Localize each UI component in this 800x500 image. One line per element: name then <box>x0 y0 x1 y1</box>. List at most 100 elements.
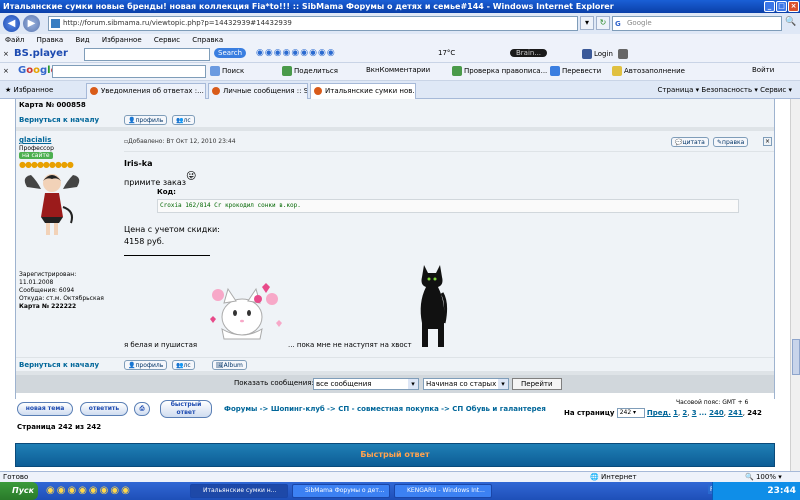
breadcrumb-joint-purchase[interactable]: СП - совместная покупка <box>338 405 439 413</box>
pm-label: лс <box>183 362 191 369</box>
translate-button[interactable]: Перевести <box>550 66 601 76</box>
tab-notifications[interactable]: Уведомления об ответах :... <box>86 83 206 99</box>
delete-icon[interactable]: × <box>763 137 772 146</box>
tab-bags[interactable]: Итальянские сумки нов... <box>310 83 416 99</box>
login-label: Login <box>594 50 613 58</box>
quote-label: цитата <box>682 139 705 146</box>
edit-button[interactable]: ✎правка <box>713 137 749 147</box>
vk-comments-label: ВкнКомментарии <box>366 66 431 74</box>
weather-temp[interactable]: 17°C <box>438 49 455 57</box>
page-prev-link[interactable]: Пред. <box>647 409 671 417</box>
signin-button[interactable]: Войти <box>752 66 774 74</box>
post-text-1: примите заказ <box>124 178 187 187</box>
online-badge: на сайте <box>19 152 53 159</box>
search-input[interactable]: G Google <box>612 16 782 31</box>
new-topic-button[interactable]: новая тема <box>17 402 73 416</box>
prev-pm-button[interactable]: 👥лс <box>172 115 195 125</box>
page-link[interactable]: 1 <box>673 409 678 417</box>
show-messages-select[interactable]: все сообщения ▾ <box>313 378 419 390</box>
breadcrumb-shoes[interactable]: СП Обувь и галантерея <box>452 405 546 413</box>
taskbar-item-sibmama[interactable]: SibMama Форумы о дет... <box>292 484 390 498</box>
toolbar-options-icon[interactable] <box>618 49 630 59</box>
toolbar-search-input[interactable] <box>84 48 210 61</box>
menu-favorites[interactable]: Избранное <box>102 36 142 44</box>
autofill-icon <box>612 66 622 76</box>
reply-button[interactable]: ответить <box>80 402 128 416</box>
filter-row: Показать сообщения: все сообщения ▾ Начин… <box>16 375 774 393</box>
google-search-button[interactable]: Поиск <box>210 66 244 76</box>
prev-profile-button[interactable]: 👤профиль <box>124 115 168 125</box>
menu-help[interactable]: Справка <box>192 36 223 44</box>
page-select[interactable]: 242 ▾ <box>616 408 645 418</box>
brain-button[interactable]: Brain... <box>510 49 548 57</box>
quote-button[interactable]: 💬цитата <box>671 137 709 147</box>
code-block: Croxia 162/814 Cr крокодил сонки в.кор. <box>157 199 739 213</box>
breadcrumb-forums[interactable]: Форумы <box>224 405 257 413</box>
menu-edit[interactable]: Правка <box>37 36 64 44</box>
maximize-button[interactable]: □ <box>776 1 787 12</box>
share-button[interactable]: Поделиться <box>282 66 338 76</box>
facebook-icon <box>582 49 592 59</box>
black-cat-image <box>420 265 448 347</box>
tab-row: ★ Избранное Уведомления об ответах :... … <box>0 81 800 99</box>
show-messages-label: Показать сообщения: <box>234 379 314 387</box>
favorites-button[interactable]: ★ Избранное <box>5 84 53 96</box>
album-button[interactable]: 🖼Album <box>212 360 247 370</box>
close-button[interactable]: × <box>788 1 799 12</box>
menu-file[interactable]: Файл <box>5 36 24 44</box>
autofill-button[interactable]: Автозаполнение <box>612 66 685 76</box>
menu-tools[interactable]: Сервис <box>154 36 180 44</box>
profile-label: профиль <box>135 362 164 369</box>
close-toolbar-icon[interactable]: × <box>3 50 9 58</box>
forward-button[interactable]: ▶ <box>23 15 40 32</box>
quick-reply-button[interactable]: быстрый ответ <box>160 400 212 418</box>
tab-messages[interactable]: Личные сообщения :: SibM... <box>208 83 308 99</box>
scrollbar-thumb[interactable] <box>792 339 800 375</box>
page-link[interactable]: 3 <box>692 409 697 417</box>
search-icon <box>210 66 220 76</box>
quicklaunch-icons[interactable]: ◉◉◉◉◉◉◉◉ <box>46 485 132 496</box>
order-select[interactable]: Начиная со старых ▾ <box>423 378 509 390</box>
taskbar-item-kengaru[interactable]: KENGARU - Windows Int... <box>394 484 492 498</box>
spellcheck-button[interactable]: Проверка правописа... <box>452 66 547 76</box>
dropdown-icon[interactable]: ▾ <box>580 16 594 30</box>
minimize-button[interactable]: _ <box>764 1 775 12</box>
menu-bar: Файл Правка Вид Избранное Сервис Справка <box>0 34 800 46</box>
google-search-input[interactable] <box>52 65 206 78</box>
google-toolbar: × Google Поиск Поделиться ВкнКомментарии… <box>0 63 800 81</box>
clock[interactable]: 23:44 <box>767 486 796 496</box>
zoom-level[interactable]: 🔍 100% ▾ <box>745 472 782 482</box>
taskbar-item-label: Итальянские сумки н... <box>203 487 277 494</box>
back-to-top-link[interactable]: Вернуться к началу <box>19 361 99 369</box>
breadcrumb-sep: -> <box>259 405 271 413</box>
quick-reply-bar[interactable]: Быстрый ответ <box>15 443 775 467</box>
breadcrumb-shopping[interactable]: Шопинг-клуб <box>271 405 325 413</box>
toolbar-search-button[interactable]: Search <box>214 48 247 58</box>
window-titlebar: Итальянские сумки новые бренды! новая ко… <box>0 0 800 13</box>
taskbar-item-bags[interactable]: Итальянские сумки н... <box>190 484 288 498</box>
page-link[interactable]: 2 <box>682 409 687 417</box>
address-input[interactable]: http://forum.sibmama.ru/viewtopic.php?p=… <box>48 16 578 31</box>
pm-button[interactable]: 👥лс <box>172 360 195 370</box>
vk-comments-button[interactable]: ВкнКомментарии <box>366 66 430 74</box>
command-bar[interactable]: Страница ▾ Безопасность ▾ Сервис ▾ <box>658 84 792 96</box>
internet-zone: 🌐 Интернет <box>590 473 637 481</box>
go-button[interactable]: Перейти <box>512 378 562 390</box>
back-button[interactable]: ◀ <box>3 15 20 32</box>
page-link[interactable]: 240 <box>709 409 724 417</box>
page-scrollbar[interactable] <box>790 99 800 471</box>
post-author[interactable]: glacialis <box>19 136 51 144</box>
profile-button[interactable]: 👤профиль <box>124 360 168 370</box>
facebook-login[interactable]: Login <box>582 49 613 59</box>
close-toolbar2-icon[interactable]: × <box>3 67 9 75</box>
share-label: Поделиться <box>294 67 338 75</box>
prev-back-to-top-link[interactable]: Вернуться к началу <box>19 116 99 124</box>
toolbar-icons[interactable]: ◉◉◉◉◉◉◉◉◉ <box>256 48 336 58</box>
start-button[interactable]: Пуск <box>0 482 38 500</box>
menu-view[interactable]: Вид <box>75 36 89 44</box>
print-icon[interactable]: ⎙ <box>134 402 150 416</box>
search-go-icon[interactable]: 🔍 <box>785 17 796 27</box>
page-link[interactable]: 241 <box>728 409 743 417</box>
refresh-icon[interactable]: ↻ <box>596 16 610 30</box>
status-text: Готово <box>3 473 29 481</box>
